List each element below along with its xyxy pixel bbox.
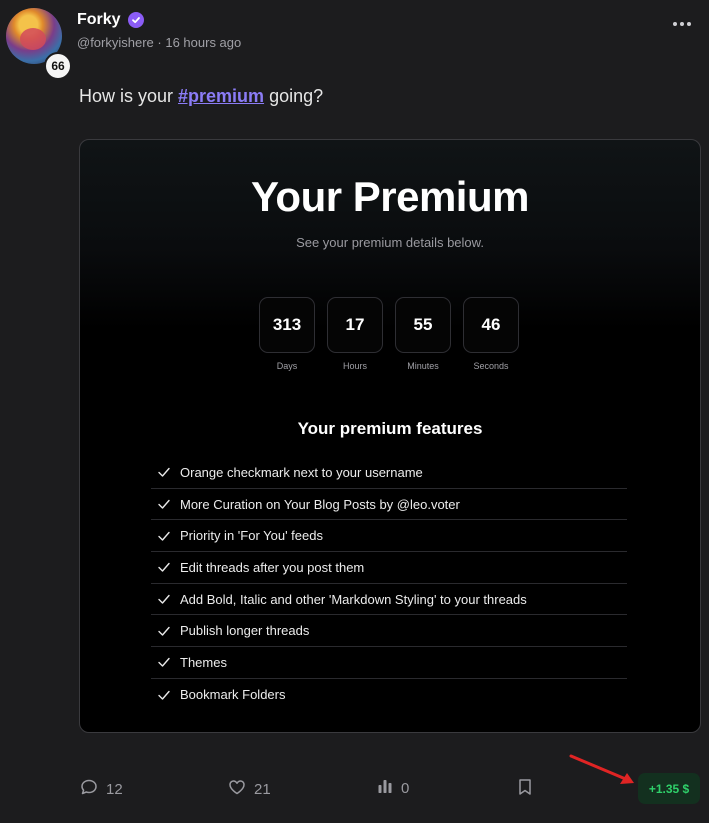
like-count: 21 bbox=[254, 780, 271, 798]
feature-label: Priority in 'For You' feeds bbox=[180, 528, 323, 544]
post-text: How is your #premium going? bbox=[79, 86, 323, 107]
countdown-seconds: 46 Seconds bbox=[463, 297, 519, 371]
views-button[interactable]: 0 bbox=[377, 778, 409, 798]
stats-bar-icon bbox=[377, 778, 393, 798]
feature-item: Publish longer threads bbox=[151, 615, 627, 648]
feature-item: Orange checkmark next to your username bbox=[151, 457, 627, 489]
comment-count: 12 bbox=[106, 780, 123, 798]
countdown-value: 17 bbox=[327, 297, 383, 353]
countdown: 313 Days 17 Hours 55 Minutes 46 Seconds bbox=[259, 297, 519, 371]
comment-icon bbox=[80, 778, 98, 800]
feature-item: Priority in 'For You' feeds bbox=[151, 520, 627, 553]
avatar-image bbox=[20, 28, 46, 50]
avatar[interactable]: 66 bbox=[6, 8, 72, 80]
feature-item: Bookmark Folders bbox=[151, 679, 627, 711]
features-list: Orange checkmark next to your username M… bbox=[151, 457, 627, 711]
reward-badge[interactable]: +1.35 $ bbox=[638, 773, 700, 804]
author-handle[interactable]: @forkyishere bbox=[77, 35, 154, 50]
post-text-prefix: How is your bbox=[79, 86, 179, 106]
feature-item: Edit threads after you post them bbox=[151, 552, 627, 584]
feature-label: Bookmark Folders bbox=[180, 687, 286, 703]
verified-badge-icon bbox=[127, 12, 144, 28]
author-row: Forky bbox=[77, 11, 144, 29]
check-icon bbox=[157, 688, 171, 702]
countdown-hours: 17 Hours bbox=[327, 297, 383, 371]
heart-icon bbox=[228, 778, 246, 800]
feature-label: Themes bbox=[180, 654, 227, 670]
feature-item: More Curation on Your Blog Posts by @leo… bbox=[151, 489, 627, 521]
hashtag-link[interactable]: #premium bbox=[178, 86, 264, 106]
feature-label: Edit threads after you post them bbox=[180, 559, 365, 575]
like-button[interactable]: 21 bbox=[228, 778, 271, 800]
feature-label: Publish longer threads bbox=[180, 623, 310, 639]
countdown-value: 313 bbox=[259, 297, 315, 353]
countdown-label: Minutes bbox=[407, 361, 439, 371]
feature-item: Add Bold, Italic and other 'Markdown Sty… bbox=[151, 584, 627, 616]
check-icon bbox=[157, 655, 171, 669]
premium-card: Your Premium See your premium details be… bbox=[79, 139, 701, 733]
annotation-arrow-icon bbox=[569, 754, 634, 784]
countdown-days: 313 Days bbox=[259, 297, 315, 371]
check-icon bbox=[157, 529, 171, 543]
countdown-label: Days bbox=[276, 361, 298, 371]
countdown-minutes: 55 Minutes bbox=[395, 297, 451, 371]
feature-item: Themes bbox=[151, 647, 627, 679]
comment-button[interactable]: 12 bbox=[80, 778, 123, 800]
check-icon bbox=[157, 592, 171, 606]
feature-label: More Curation on Your Blog Posts by @leo… bbox=[180, 496, 460, 512]
countdown-value: 46 bbox=[463, 297, 519, 353]
author-meta: @forkyishere · 16 hours ago bbox=[77, 35, 241, 50]
countdown-label: Seconds bbox=[473, 361, 509, 371]
check-icon bbox=[157, 497, 171, 511]
bookmark-icon bbox=[517, 778, 533, 800]
countdown-label: Hours bbox=[342, 361, 367, 371]
views-count: 0 bbox=[401, 779, 410, 797]
post-time: 16 hours ago bbox=[165, 35, 242, 50]
countdown-value: 55 bbox=[395, 297, 451, 353]
level-badge: 66 bbox=[44, 52, 72, 80]
more-options-icon[interactable] bbox=[673, 22, 691, 26]
premium-title: Your Premium bbox=[251, 173, 529, 220]
check-icon bbox=[157, 465, 171, 479]
check-icon bbox=[157, 624, 171, 638]
author-name[interactable]: Forky bbox=[77, 11, 121, 29]
premium-subtitle: See your premium details below. bbox=[296, 235, 484, 250]
features-title: Your premium features bbox=[297, 419, 483, 438]
post-text-suffix: going? bbox=[264, 86, 324, 106]
feature-label: Add Bold, Italic and other 'Markdown Sty… bbox=[180, 591, 527, 607]
bookmark-button[interactable] bbox=[517, 778, 533, 800]
feature-label: Orange checkmark next to your username bbox=[180, 464, 423, 480]
check-icon bbox=[157, 560, 171, 574]
